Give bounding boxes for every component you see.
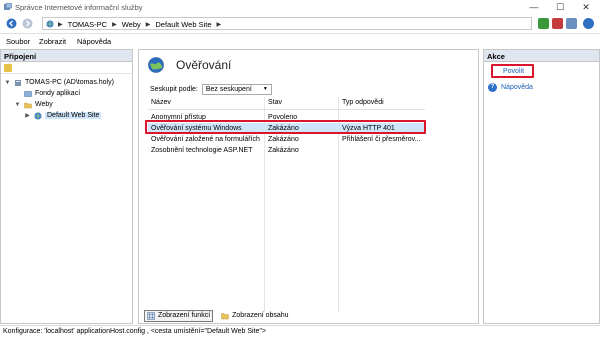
content-view-icon bbox=[221, 312, 229, 319]
help-icon[interactable] bbox=[583, 18, 594, 29]
feature-header: Ověřování bbox=[139, 50, 478, 80]
server-icon bbox=[15, 79, 21, 86]
group-by-label: Seskupit podle: bbox=[150, 86, 198, 93]
back-icon[interactable] bbox=[6, 18, 17, 29]
status-bar: Konfigurace: 'localhost' applicationHost… bbox=[0, 325, 600, 337]
menu-bar: Soubor Zobrazit Nápověda bbox=[0, 34, 600, 48]
crumb-server[interactable]: TOMAS-PC bbox=[68, 20, 107, 29]
iis-app-icon bbox=[4, 3, 12, 10]
menu-view[interactable]: Zobrazit bbox=[39, 37, 66, 46]
chevron-right-icon[interactable]: ▶ bbox=[24, 112, 31, 119]
actions-header: Akce bbox=[484, 50, 599, 62]
tab-content-view[interactable]: Zobrazení obsahu bbox=[219, 311, 290, 321]
crumb-sites[interactable]: Weby bbox=[122, 20, 141, 29]
help-label: Nápověda bbox=[501, 84, 533, 91]
features-pane: Ověřování Seskupit podle: Bez seskupení … bbox=[138, 49, 479, 324]
crumb-site[interactable]: Default Web Site bbox=[155, 20, 211, 29]
window-title: Správce Internetové informační služby bbox=[15, 3, 143, 12]
chevron-down-icon: ▼ bbox=[262, 86, 268, 92]
features-view-icon bbox=[147, 311, 155, 320]
table-header: Název Stav Typ odpovědi bbox=[148, 97, 425, 110]
tree-node-sites[interactable]: ▼ Weby bbox=[14, 99, 53, 110]
cell-status: Zakázáno bbox=[268, 135, 299, 143]
help-icon: ? bbox=[488, 83, 497, 92]
title-bar: Správce Internetové informační služby — … bbox=[0, 0, 600, 14]
connections-pane: Připojení ▼ TOMAS-PC (AD\tomas.holy) Fon… bbox=[0, 49, 133, 324]
chevron-down-icon[interactable]: ▼ bbox=[14, 102, 21, 108]
forward-icon[interactable] bbox=[22, 18, 33, 29]
address-field[interactable]: ▶ TOMAS-PC ▶ Weby ▶ Default Web Site ▶ bbox=[42, 17, 532, 30]
breadcrumb: ▶ TOMAS-PC ▶ Weby ▶ Default Web Site ▶ bbox=[58, 20, 221, 29]
home-icon[interactable] bbox=[566, 18, 577, 29]
folder-icon bbox=[24, 102, 32, 108]
table-row[interactable]: Ověřování založené na formulářích Zakázá… bbox=[148, 134, 425, 145]
actions-pane: Akce Povolit ? Nápověda bbox=[483, 49, 600, 324]
column-header-response[interactable]: Typ odpovědi bbox=[342, 99, 384, 106]
highlight-box-enable bbox=[491, 64, 534, 78]
chevron-right-icon: ▶ bbox=[58, 21, 63, 28]
app-pool-icon bbox=[24, 90, 32, 97]
tree-label: Default Web Site bbox=[45, 112, 102, 119]
chevron-right-icon: ▶ bbox=[112, 21, 117, 28]
close-button[interactable]: ✕ bbox=[573, 1, 599, 13]
menu-help[interactable]: Nápověda bbox=[77, 37, 111, 46]
tree-node-server[interactable]: ▼ TOMAS-PC (AD\tomas.holy) bbox=[4, 77, 114, 88]
globe-icon bbox=[46, 20, 54, 28]
status-text: Konfigurace: 'localhost' applicationHost… bbox=[3, 327, 266, 335]
column-header-status[interactable]: Stav bbox=[268, 99, 282, 106]
cell-name: Ověřování založené na formulářích bbox=[151, 135, 260, 143]
authentication-icon bbox=[148, 57, 164, 73]
tree-label: Fondy aplikací bbox=[35, 90, 81, 97]
group-by-control: Seskupit podle: Bez seskupení ▼ bbox=[150, 84, 272, 95]
cell-name: Zosobnění technologie ASP.NET bbox=[151, 146, 253, 154]
tree-node-app-pools[interactable]: Fondy aplikací bbox=[14, 88, 80, 99]
tab-features-view[interactable]: Zobrazení funkcí bbox=[144, 309, 214, 322]
page-title: Ověřování bbox=[176, 58, 232, 72]
tree-label: Weby bbox=[35, 101, 53, 108]
globe-icon bbox=[34, 111, 42, 120]
refresh-icon[interactable] bbox=[538, 18, 549, 29]
address-bar: ▶ TOMAS-PC ▶ Weby ▶ Default Web Site ▶ bbox=[0, 14, 600, 34]
cell-response: Přihlášení či přesměrov... bbox=[342, 135, 421, 143]
chevron-right-icon: ▶ bbox=[145, 21, 151, 28]
highlight-box-windows-auth bbox=[145, 120, 426, 134]
table-row[interactable]: Zosobnění technologie ASP.NET Zakázáno bbox=[148, 145, 425, 156]
tree-node-default-web-site[interactable]: ▶ Default Web Site bbox=[24, 110, 102, 121]
maximize-button[interactable]: ☐ bbox=[547, 1, 573, 13]
tree-label: TOMAS-PC (AD\tomas.holy) bbox=[25, 79, 114, 86]
tab-label: Zobrazení obsahu bbox=[232, 312, 289, 319]
stop-icon[interactable] bbox=[552, 18, 563, 29]
column-header-name[interactable]: Název bbox=[151, 99, 171, 106]
connections-header: Připojení bbox=[1, 50, 132, 62]
group-by-value: Bez seskupení bbox=[205, 86, 252, 93]
group-by-select[interactable]: Bez seskupení ▼ bbox=[201, 84, 272, 95]
help-action[interactable]: ? Nápověda bbox=[488, 83, 533, 92]
menu-file[interactable]: Soubor bbox=[6, 37, 30, 46]
chevron-right-icon: ▶ bbox=[216, 21, 222, 28]
connect-icon[interactable] bbox=[4, 64, 12, 72]
minimize-button[interactable]: — bbox=[521, 1, 547, 13]
connections-toolbar bbox=[1, 62, 132, 74]
chevron-down-icon[interactable]: ▼ bbox=[4, 80, 11, 86]
view-tabs: Zobrazení funkcí Zobrazení obsahu bbox=[138, 309, 479, 322]
cell-status: Zakázáno bbox=[268, 146, 299, 154]
tab-label: Zobrazení funkcí bbox=[158, 312, 211, 319]
